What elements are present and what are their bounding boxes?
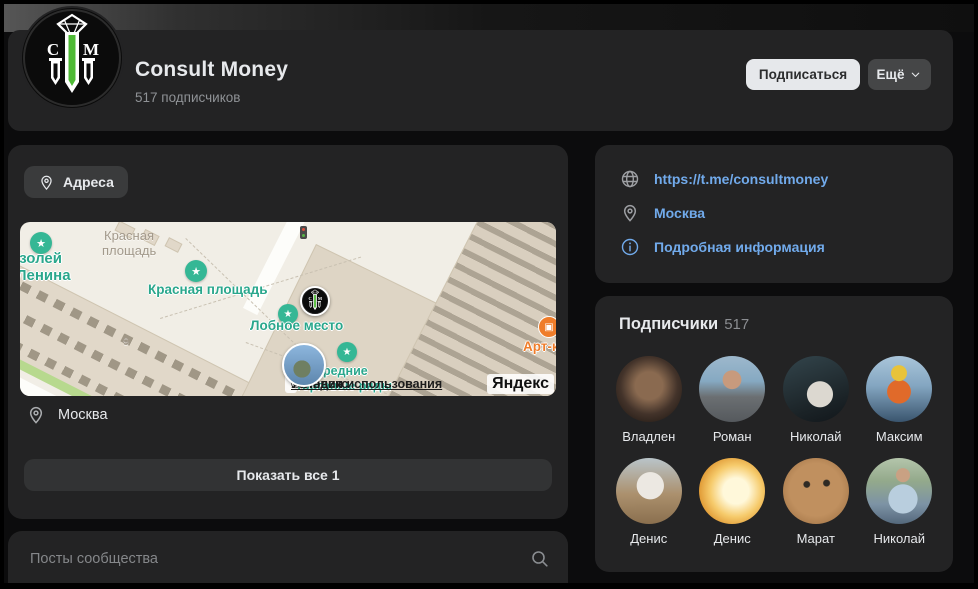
map-building-small [164, 237, 183, 253]
posts-search-input[interactable] [8, 531, 568, 583]
follower-name: Денис [713, 531, 751, 546]
follower-item[interactable]: Максим [858, 352, 942, 448]
link-row-details[interactable]: Подробная информация [595, 230, 953, 264]
globe-icon [621, 170, 639, 188]
follower-item[interactable]: Николай [774, 352, 858, 448]
avatar [699, 356, 766, 422]
community-logo-icon [22, 8, 122, 108]
addresses-card: Адреса ★ взолей Ленина К [8, 145, 568, 519]
more-button[interactable]: Ещё [868, 59, 931, 90]
followers-header[interactable]: Подписчики 517 [619, 315, 749, 334]
follower-item[interactable]: Денис [691, 454, 775, 550]
map-label-building-number: 9 [123, 336, 130, 348]
map-label-art: Арт-к [523, 339, 556, 354]
avatar [866, 458, 933, 524]
follower-name: Николай [789, 429, 842, 444]
website-link: https://t.me/consultmoney [654, 171, 829, 187]
follower-name: Марат [796, 531, 835, 546]
links-card: https://t.me/consultmoney Москва Подробн… [595, 145, 953, 283]
map-photo-marker-monument [282, 343, 326, 387]
avatar [866, 356, 933, 422]
yandex-map[interactable]: ★ взолей Ленина Красная площадь ★ Красна… [20, 222, 556, 396]
pin-icon [41, 175, 52, 190]
link-row-city[interactable]: Москва [595, 196, 953, 230]
addresses-label: Адреса [63, 174, 114, 190]
map-label-lobnoye: Лобное место [250, 318, 344, 333]
posts-search-card [8, 531, 568, 583]
chevron-down-icon [912, 72, 920, 77]
follower-name: Николай [873, 531, 925, 546]
show-all-addresses-button[interactable]: Показать все 1 [24, 459, 552, 491]
followers-count: 517 [724, 316, 750, 333]
community-title: Consult Money [135, 58, 289, 81]
addresses-pill-button[interactable]: Адреса [24, 166, 128, 198]
follower-item[interactable]: Роман [691, 352, 775, 448]
pin-icon [29, 406, 43, 424]
details-link: Подробная информация [654, 239, 825, 255]
map-label-red-square: Красная площадь [148, 282, 268, 297]
followers-title: Подписчики [619, 315, 719, 333]
subscribers-count[interactable]: 517 подписчиков [135, 90, 240, 105]
follower-item[interactable]: Денис [607, 454, 691, 550]
follower-name: Денис [630, 531, 668, 546]
map-marker-art: ▣ [538, 316, 556, 338]
community-header: Consult Money 517 подписчиков Подписатьс… [8, 30, 953, 131]
followers-grid: Владлен Роман Николай Максим Денис Денис [607, 352, 941, 550]
followers-card: Подписчики 517 Владлен Роман Николай Макс… [595, 296, 953, 572]
cover-banner [4, 4, 974, 32]
link-row-website[interactable]: https://t.me/consultmoney [595, 162, 953, 196]
map-star-marker-sredniye: ★ [337, 342, 357, 362]
map-label-square-line1: Красная [104, 228, 154, 243]
info-icon [621, 238, 639, 256]
address-city-row: Москва [26, 405, 108, 425]
subscribe-button[interactable]: Подписаться [746, 59, 860, 90]
follower-name: Владлен [622, 429, 676, 444]
more-button-label: Ещё [876, 67, 905, 82]
map-label-square-line2: площадь [102, 243, 157, 258]
map-community-marker[interactable] [300, 286, 330, 316]
map-traffic-light-icon [300, 226, 307, 239]
avatar [615, 458, 682, 524]
map-label-mausoleum-line1: взолей [20, 250, 62, 267]
pin-icon [623, 204, 637, 222]
address-city-label: Москва [58, 407, 108, 423]
follower-item[interactable]: Владлен [607, 352, 691, 448]
follower-name: Роман [712, 429, 752, 444]
avatar [782, 458, 849, 524]
follower-name: Максим [875, 429, 923, 444]
community-avatar[interactable] [22, 8, 122, 108]
map-star-marker-red-square: ★ [185, 260, 207, 282]
avatar [782, 356, 849, 422]
follower-item[interactable]: Николай [858, 454, 942, 550]
page: Consult Money 517 подписчиков Подписатьс… [4, 4, 974, 583]
community-logo-icon [302, 288, 328, 314]
city-link: Москва [654, 205, 706, 221]
avatar [615, 356, 682, 422]
yandex-logo[interactable]: Яндекс [487, 374, 554, 394]
follower-item[interactable]: Марат [774, 454, 858, 550]
map-label-mausoleum-line2: Ленина [20, 267, 71, 284]
search-icon[interactable] [530, 549, 550, 569]
avatar [699, 458, 766, 524]
